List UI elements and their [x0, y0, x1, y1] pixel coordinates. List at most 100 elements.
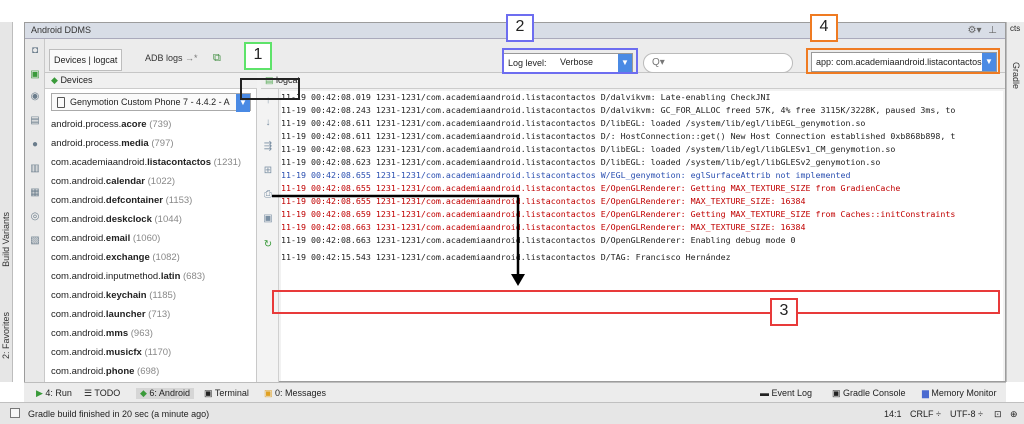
line-separator[interactable]: CRLF ÷ [910, 409, 941, 419]
scroll-end-icon[interactable]: ⊞ [262, 165, 274, 176]
process-pid: (963) [128, 328, 153, 339]
soft-wrap-icon[interactable]: ⇶ [262, 141, 274, 152]
favorites-label: 2: Favorites [1, 312, 11, 360]
annotation-2: 2 [506, 14, 534, 42]
process-pid: (713) [145, 309, 171, 320]
android-label: 6: Android [149, 388, 190, 398]
process-item[interactable]: com.android.exchange (1082) [51, 248, 257, 267]
tab-gradle-console[interactable]: ▣ Gradle Console [832, 388, 906, 399]
process-name: mms [105, 328, 129, 339]
gc-icon[interactable]: ◎ [29, 211, 41, 223]
android-icon: ◆ [140, 388, 150, 398]
heap-icon[interactable]: ▥ [29, 163, 41, 175]
bottom-tool-bar: ▶ 4: Run ☰ TODO ◆ 6: Android ▣ Terminal … [24, 382, 1006, 402]
log-line[interactable]: 11-19 00:42:08.623 1231-1231/com.academi… [281, 156, 1003, 169]
devices-title: Devices [60, 75, 93, 85]
right-tool-strip: cts Gradle [1006, 22, 1024, 382]
hide-icon[interactable]: ⊥ [988, 25, 997, 36]
encoding[interactable]: UTF-8 ÷ [950, 409, 983, 419]
toggle-tool-windows-icon[interactable] [10, 408, 20, 418]
process-item[interactable]: android.process.acore (739) [51, 115, 257, 134]
process-package: com.android. [51, 176, 106, 187]
tab-messages[interactable]: ▣ 0: Messages [264, 388, 326, 399]
process-name: keychain [105, 290, 147, 301]
process-pid: (683) [180, 271, 206, 282]
annotation-4: 4 [810, 14, 838, 42]
process-item[interactable]: com.android.inputmethod.latin (683) [51, 267, 257, 286]
event-log-icon: ▬ [760, 388, 772, 398]
tab-android[interactable]: ◆ 6: Android [136, 388, 194, 399]
process-name: media [121, 138, 149, 149]
log-line[interactable]: 11-19 00:42:08.611 1231-1231/com.academi… [281, 117, 1003, 130]
gradle-label: Gradle [1011, 62, 1021, 90]
threads-icon[interactable]: ▦ [29, 187, 41, 199]
tab-adb-logs[interactable]: ADB logs →* [145, 53, 198, 63]
log-line[interactable]: 11-19 00:42:08.623 1231-1231/com.academi… [281, 143, 1003, 156]
tab-todo[interactable]: ☰ TODO [84, 388, 120, 399]
run-icon: ▶ [36, 388, 46, 398]
event-log-label: Event Log [771, 388, 813, 398]
process-package: com.academiaandroid. [51, 157, 148, 168]
tab-terminal[interactable]: ▣ Terminal [204, 388, 249, 399]
tab-favorites[interactable]: 2: Favorites [1, 312, 11, 359]
process-item[interactable]: com.android.launcher (713) [51, 305, 257, 324]
search-input[interactable]: Q▾ [643, 53, 793, 73]
process-item[interactable]: com.android.deskclock (1044) [51, 210, 257, 229]
device-name: Genymotion Custom Phone 7 - 4.4.2 - A [70, 97, 230, 107]
log-line[interactable]: 11-19 00:42:08.243 1231-1231/com.academi… [281, 104, 1003, 117]
gear-icon[interactable]: ⚙▾ [968, 25, 982, 36]
process-package: android.process. [51, 119, 122, 130]
play-icon[interactable]: ▣ [29, 69, 41, 81]
log-line[interactable]: 11-19 00:42:08.019 1231-1231/com.academi… [281, 91, 1003, 104]
annotation-1: 1 [244, 42, 272, 70]
highlight-log-level [502, 48, 638, 74]
terminal-label: Terminal [214, 388, 249, 398]
process-item[interactable]: com.academiaandroid.listacontactos (1231… [51, 153, 257, 172]
camera-icon[interactable]: ◘ [29, 45, 41, 57]
screenshot-icon[interactable]: ▤ [29, 115, 41, 127]
process-item[interactable]: com.android.defcontainer (1153) [51, 191, 257, 210]
process-name: email [105, 233, 131, 244]
process-package: android.process. [51, 138, 122, 149]
process-item[interactable]: com.android.keychain (1185) [51, 286, 257, 305]
caret-position[interactable]: 14:1 [884, 409, 902, 419]
tab-run[interactable]: ▶ 4: Run [36, 388, 72, 399]
terminal-icon: ▣ [204, 388, 215, 398]
adb-logs-label: ADB logs [145, 53, 183, 63]
highlight-logcat-tab [240, 78, 300, 100]
process-item[interactable]: com.android.phone (698) [51, 362, 257, 381]
process-item[interactable]: com.android.email (1060) [51, 229, 257, 248]
process-package: com.android. [51, 309, 106, 320]
method-icon[interactable]: ▧ [29, 235, 41, 247]
process-item[interactable]: android.process.media (797) [51, 134, 257, 153]
process-name: listacontactos [147, 157, 211, 168]
annotation-arrow [272, 194, 525, 286]
process-item[interactable]: com.android.musicfx (1170) [51, 343, 257, 362]
tab-build-variants[interactable]: Build Variants [1, 212, 11, 267]
stop-icon[interactable]: ● [29, 139, 41, 151]
inspector-icon[interactable]: ⊕ [1010, 409, 1018, 420]
process-item[interactable]: com.android.calendar (1022) [51, 172, 257, 191]
process-package: com.android. [51, 366, 106, 377]
restart-adb-icon[interactable]: ⧉ [213, 53, 223, 64]
process-name: deskclock [105, 214, 152, 225]
log-line[interactable]: 11-19 00:42:08.611 1231-1231/com.academi… [281, 130, 1003, 143]
tab-memory-monitor[interactable]: ▆ Memory Monitor [922, 388, 996, 399]
messages-icon: ▣ [264, 388, 276, 398]
process-package: com.android. [51, 252, 106, 263]
tab-event-log[interactable]: ▬ Event Log [760, 388, 812, 398]
gradle-console-icon: ▣ [832, 388, 844, 398]
lock-icon[interactable]: ⊡ [994, 409, 1002, 420]
todo-icon: ☰ [84, 388, 95, 398]
process-pid: (1022) [145, 176, 176, 187]
title-bar-icons: ⚙▾ ⊥ [968, 25, 997, 36]
process-item[interactable]: com.android.mms (963) [51, 324, 257, 343]
device-select[interactable]: Genymotion Custom Phone 7 - 4.4.2 - A ▼ [51, 93, 251, 112]
process-name: acore [121, 119, 147, 130]
tab-devices-logcat[interactable]: Devices | logcat [49, 49, 123, 71]
debug-icon[interactable]: ◉ [29, 91, 41, 103]
tab-gradle[interactable]: Gradle [1011, 62, 1021, 89]
arrow-down-icon[interactable]: ↓ [262, 117, 274, 128]
highlight-log-line [272, 290, 1000, 314]
process-name: musicfx [105, 347, 142, 358]
